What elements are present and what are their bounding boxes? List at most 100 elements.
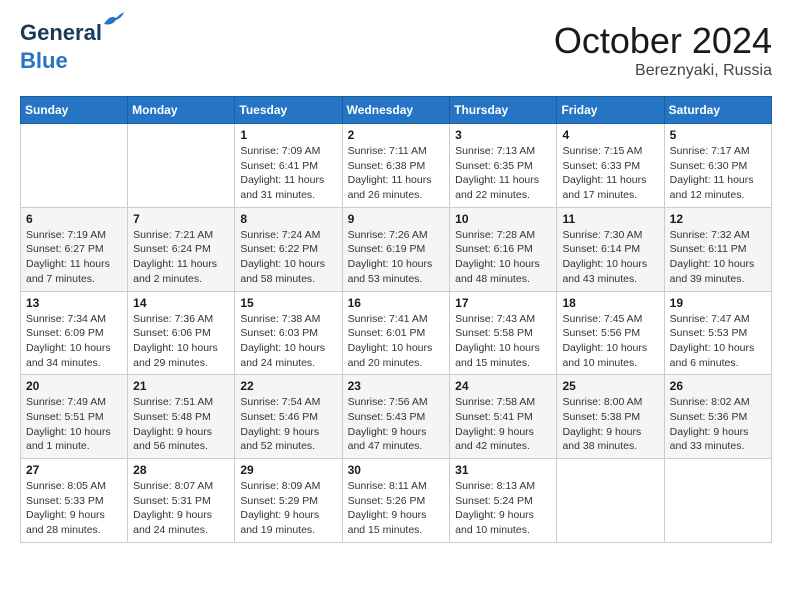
day-number: 24 <box>455 379 551 393</box>
calendar-cell: 4Sunrise: 7:15 AMSunset: 6:33 PMDaylight… <box>557 124 664 208</box>
calendar-cell: 17 Sunrise: 7:43 AMSunset: 5:58 PMDayligh… <box>450 291 557 375</box>
calendar-cell: 23 Sunrise: 7:56 AMSunset: 5:43 PMDayligh… <box>342 375 450 459</box>
day-number: 26 <box>670 379 766 393</box>
calendar-week-3: 13 Sunrise: 7:34 AMSunset: 6:09 PMDayligh… <box>21 291 772 375</box>
day-info: Sunrise: 7:54 AMSunset: 5:46 PMDaylight:… <box>240 395 336 454</box>
calendar-cell: 21 Sunrise: 7:51 AMSunset: 5:48 PMDayligh… <box>128 375 235 459</box>
calendar-cell: 2 Sunrise: 7:11 AMSunset: 6:38 PMDaylight… <box>342 124 450 208</box>
logo-general: General <box>20 20 102 45</box>
day-info: Sunrise: 7:58 AMSunset: 5:41 PMDaylight:… <box>455 395 551 454</box>
calendar-cell: 31 Sunrise: 8:13 AMSunset: 5:24 PMDayligh… <box>450 459 557 543</box>
day-info: Sunrise: 7:28 AMSunset: 6:16 PMDaylight:… <box>455 228 551 287</box>
day-number: 30 <box>348 463 445 477</box>
calendar-cell: 25 Sunrise: 8:00 AMSunset: 5:38 PMDayligh… <box>557 375 664 459</box>
day-info: Sunrise: 8:05 AMSunset: 5:33 PMDaylight:… <box>26 479 122 538</box>
calendar-cell <box>557 459 664 543</box>
logo: General Blue <box>20 20 102 74</box>
location: Bereznyaki, Russia <box>554 62 772 80</box>
calendar-cell: 1Sunrise: 7:09 AMSunset: 6:41 PMDaylight… <box>235 124 342 208</box>
day-number: 12 <box>670 212 766 226</box>
day-number: 17 <box>455 296 551 310</box>
header-saturday: Saturday <box>664 97 771 124</box>
day-info: Sunrise: 7:30 AMSunset: 6:14 PMDaylight:… <box>562 228 658 287</box>
day-number: 6 <box>26 212 122 226</box>
calendar-cell: 12 Sunrise: 7:32 AMSunset: 6:11 PMDayligh… <box>664 207 771 291</box>
day-number: 31 <box>455 463 551 477</box>
day-info: Sunrise: 7:21 AMSunset: 6:24 PMDaylight:… <box>133 228 229 287</box>
day-number: 5 <box>670 128 766 142</box>
day-info: Sunrise: 7:38 AMSunset: 6:03 PMDaylight:… <box>240 312 336 371</box>
calendar-cell: 27 Sunrise: 8:05 AMSunset: 5:33 PMDayligh… <box>21 459 128 543</box>
calendar-cell: 29Sunrise: 8:09 AMSunset: 5:29 PMDayligh… <box>235 459 342 543</box>
day-number: 16 <box>348 296 445 310</box>
day-info: Sunrise: 7:13 AMSunset: 6:35 PMDaylight:… <box>455 144 551 203</box>
day-info: Sunrise: 7:11 AMSunset: 6:38 PMDaylight:… <box>348 144 445 203</box>
calendar-week-5: 27 Sunrise: 8:05 AMSunset: 5:33 PMDayligh… <box>21 459 772 543</box>
calendar-cell <box>664 459 771 543</box>
calendar-cell: 13 Sunrise: 7:34 AMSunset: 6:09 PMDayligh… <box>21 291 128 375</box>
calendar-cell: 19Sunrise: 7:47 AMSunset: 5:53 PMDayligh… <box>664 291 771 375</box>
day-info: Sunrise: 7:09 AMSunset: 6:41 PMDaylight:… <box>240 144 336 203</box>
day-number: 8 <box>240 212 336 226</box>
day-number: 11 <box>562 212 658 226</box>
day-number: 23 <box>348 379 445 393</box>
calendar-cell: 30 Sunrise: 8:11 AMSunset: 5:26 PMDayligh… <box>342 459 450 543</box>
day-info: Sunrise: 7:41 AMSunset: 6:01 PMDaylight:… <box>348 312 445 371</box>
day-number: 18 <box>562 296 658 310</box>
day-info: Sunrise: 7:45 AMSunset: 5:56 PMDaylight:… <box>562 312 658 371</box>
day-number: 28 <box>133 463 229 477</box>
day-info: Sunrise: 7:34 AMSunset: 6:09 PMDaylight:… <box>26 312 122 371</box>
calendar-cell <box>128 124 235 208</box>
calendar-cell: 28Sunrise: 8:07 AMSunset: 5:31 PMDayligh… <box>128 459 235 543</box>
calendar-cell: 20 Sunrise: 7:49 AMSunset: 5:51 PMDayligh… <box>21 375 128 459</box>
logo-bird-icon <box>102 12 124 28</box>
day-info: Sunrise: 7:56 AMSunset: 5:43 PMDaylight:… <box>348 395 445 454</box>
month-title: October 2024 <box>554 20 772 62</box>
title-block: October 2024 Bereznyaki, Russia <box>554 20 772 80</box>
calendar-cell: 26 Sunrise: 8:02 AMSunset: 5:36 PMDayligh… <box>664 375 771 459</box>
header-wednesday: Wednesday <box>342 97 450 124</box>
day-info: Sunrise: 7:51 AMSunset: 5:48 PMDaylight:… <box>133 395 229 454</box>
day-number: 20 <box>26 379 122 393</box>
calendar-header-row: SundayMondayTuesdayWednesdayThursdayFrid… <box>21 97 772 124</box>
header-friday: Friday <box>557 97 664 124</box>
day-info: Sunrise: 8:11 AMSunset: 5:26 PMDaylight:… <box>348 479 445 538</box>
day-info: Sunrise: 7:32 AMSunset: 6:11 PMDaylight:… <box>670 228 766 287</box>
day-info: Sunrise: 7:36 AMSunset: 6:06 PMDaylight:… <box>133 312 229 371</box>
calendar-cell: 3 Sunrise: 7:13 AMSunset: 6:35 PMDaylight… <box>450 124 557 208</box>
day-number: 7 <box>133 212 229 226</box>
day-number: 3 <box>455 128 551 142</box>
calendar-cell: 14Sunrise: 7:36 AMSunset: 6:06 PMDayligh… <box>128 291 235 375</box>
header-tuesday: Tuesday <box>235 97 342 124</box>
day-number: 2 <box>348 128 445 142</box>
header-sunday: Sunday <box>21 97 128 124</box>
day-info: Sunrise: 8:13 AMSunset: 5:24 PMDaylight:… <box>455 479 551 538</box>
calendar-cell: 9Sunrise: 7:26 AMSunset: 6:19 PMDaylight… <box>342 207 450 291</box>
day-number: 15 <box>240 296 336 310</box>
day-number: 4 <box>562 128 658 142</box>
calendar-week-4: 20 Sunrise: 7:49 AMSunset: 5:51 PMDayligh… <box>21 375 772 459</box>
calendar-cell: 18 Sunrise: 7:45 AMSunset: 5:56 PMDayligh… <box>557 291 664 375</box>
calendar-cell: 24 Sunrise: 7:58 AMSunset: 5:41 PMDayligh… <box>450 375 557 459</box>
day-number: 21 <box>133 379 229 393</box>
day-number: 13 <box>26 296 122 310</box>
day-info: Sunrise: 7:17 AMSunset: 6:30 PMDaylight:… <box>670 144 766 203</box>
calendar-week-1: 1Sunrise: 7:09 AMSunset: 6:41 PMDaylight… <box>21 124 772 208</box>
day-number: 27 <box>26 463 122 477</box>
day-info: Sunrise: 8:09 AMSunset: 5:29 PMDaylight:… <box>240 479 336 538</box>
calendar-cell: 16 Sunrise: 7:41 AMSunset: 6:01 PMDayligh… <box>342 291 450 375</box>
day-info: Sunrise: 7:19 AMSunset: 6:27 PMDaylight:… <box>26 228 122 287</box>
calendar-cell <box>21 124 128 208</box>
calendar-cell: 5 Sunrise: 7:17 AMSunset: 6:30 PMDaylight… <box>664 124 771 208</box>
day-info: Sunrise: 8:02 AMSunset: 5:36 PMDaylight:… <box>670 395 766 454</box>
day-number: 9 <box>348 212 445 226</box>
calendar-cell: 10 Sunrise: 7:28 AMSunset: 6:16 PMDayligh… <box>450 207 557 291</box>
day-number: 10 <box>455 212 551 226</box>
day-number: 22 <box>240 379 336 393</box>
calendar-week-2: 6 Sunrise: 7:19 AMSunset: 6:27 PMDaylight… <box>21 207 772 291</box>
day-info: Sunrise: 7:47 AMSunset: 5:53 PMDaylight:… <box>670 312 766 371</box>
day-info: Sunrise: 7:43 AMSunset: 5:58 PMDaylight:… <box>455 312 551 371</box>
day-number: 25 <box>562 379 658 393</box>
day-info: Sunrise: 7:49 AMSunset: 5:51 PMDaylight:… <box>26 395 122 454</box>
day-info: Sunrise: 8:00 AMSunset: 5:38 PMDaylight:… <box>562 395 658 454</box>
